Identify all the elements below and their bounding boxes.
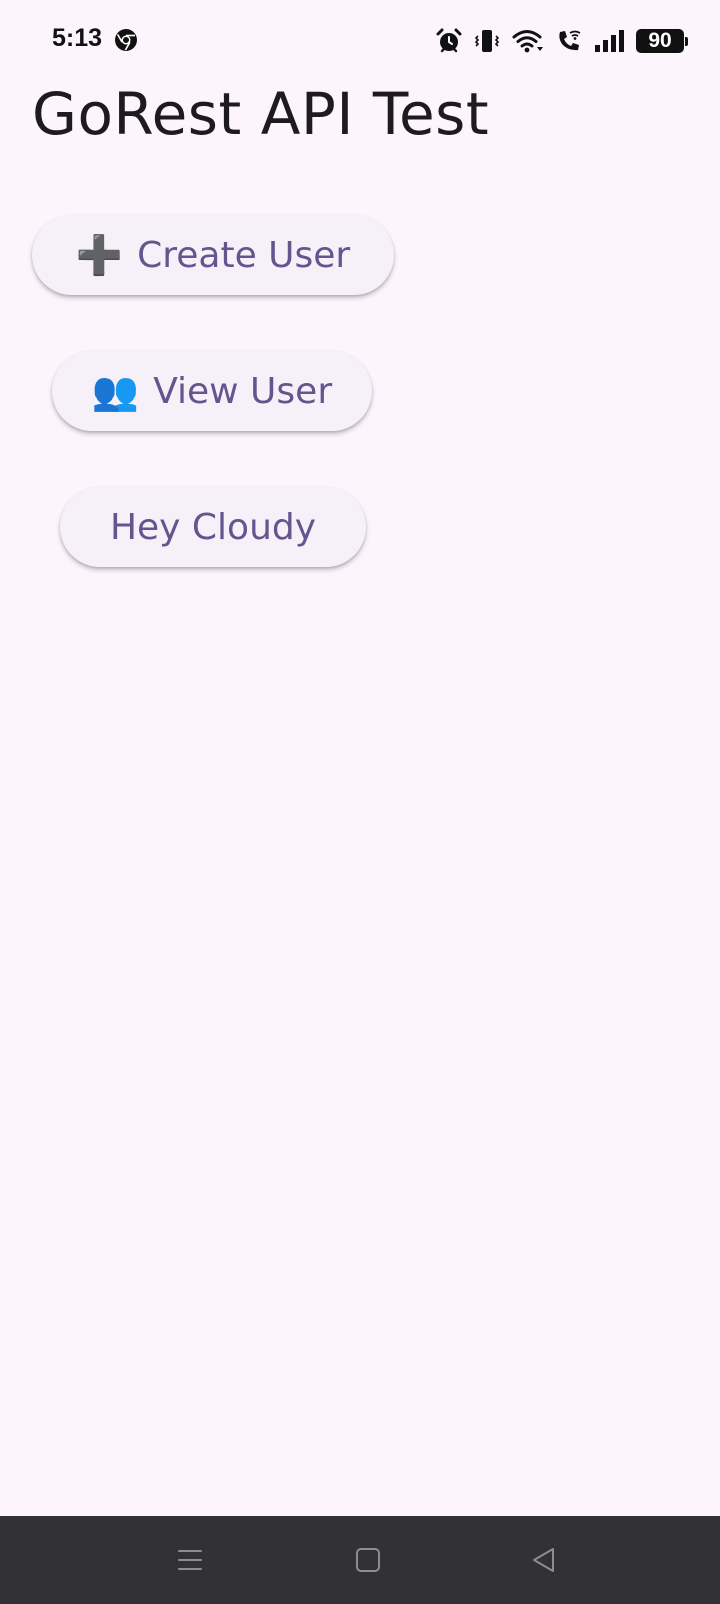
create-user-button[interactable]: ➕ Create User xyxy=(32,215,394,295)
status-bar: 5:13 90 xyxy=(0,0,720,82)
create-user-label: Create User xyxy=(137,234,351,276)
view-user-label: View User xyxy=(153,370,333,412)
status-time: 5:13 xyxy=(52,24,103,52)
alarm-icon xyxy=(436,28,462,54)
signal-icon xyxy=(594,28,626,54)
status-icons: 90 xyxy=(424,26,688,56)
wifi-call-icon xyxy=(556,28,582,54)
navigation-bar xyxy=(0,1516,720,1604)
plus-icon: ➕ xyxy=(75,232,124,277)
battery-level: 90 xyxy=(636,29,688,53)
menu-icon[interactable] xyxy=(168,1538,212,1582)
home-icon[interactable] xyxy=(346,1538,390,1582)
users-icon: 👥 xyxy=(91,368,140,413)
vibrate-icon xyxy=(474,28,500,54)
wifi-icon xyxy=(512,28,544,54)
page-title: GoRest API Test xyxy=(32,80,490,148)
hey-cloudy-button[interactable]: Hey Cloudy xyxy=(60,487,366,567)
hey-cloudy-label: Hey Cloudy xyxy=(109,506,317,548)
back-icon[interactable] xyxy=(522,1538,566,1582)
view-user-button[interactable]: 👥 View User xyxy=(52,351,372,431)
chrome-icon xyxy=(114,28,138,52)
